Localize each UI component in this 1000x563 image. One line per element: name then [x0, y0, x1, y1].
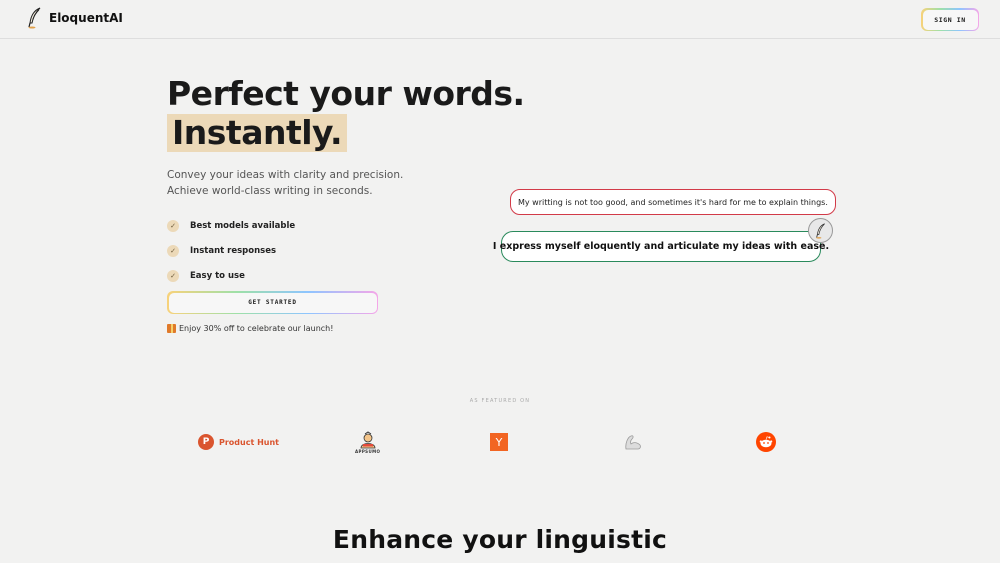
reddit-icon	[756, 432, 776, 452]
brand-logo-link[interactable]: EloquentAI	[27, 7, 123, 29]
ycombinator-icon: Y	[490, 433, 508, 451]
quill-icon	[28, 7, 41, 29]
hero-lead: Convey your ideas with clarity and preci…	[167, 169, 404, 197]
feature-item: ✓ Instant responses	[167, 238, 295, 263]
feature-label: Easy to use	[190, 270, 245, 281]
product-hunt-icon: P	[198, 434, 214, 450]
flexed-arm-icon	[625, 435, 641, 450]
featured-logos: P Product Hunt APPSUMO Y	[0, 428, 1000, 456]
check-icon: ✓	[167, 269, 179, 282]
appsumo-icon	[360, 430, 376, 448]
get-started-button[interactable]: GET STARTED	[167, 291, 378, 314]
sign-in-button[interactable]: SIGN IN	[921, 8, 979, 31]
feature-item: ✓ Easy to use	[167, 263, 295, 288]
product-hunt-logo[interactable]: P Product Hunt	[198, 428, 279, 456]
get-started-label: GET STARTED	[168, 292, 377, 313]
feature-label: Instant responses	[190, 245, 277, 256]
promo-text: Enjoy 30% off to celebrate our launch!	[179, 324, 334, 333]
after-text-bubble: I express myself eloquently and articula…	[493, 231, 829, 262]
check-icon: ✓	[167, 219, 179, 232]
feature-list: ✓ Best models available ✓ Instant respon…	[167, 213, 295, 288]
appsumo-name: APPSUMO	[355, 448, 381, 454]
quill-icon	[815, 222, 825, 239]
sign-in-label: SIGN IN	[922, 9, 978, 30]
gift-icon	[167, 324, 176, 333]
top-nav: EloquentAI SIGN IN	[0, 0, 1000, 39]
hero-title-highlight: Instantly.	[167, 114, 348, 152]
hero-title: Perfect your words.	[167, 74, 525, 113]
reddit-logo[interactable]	[756, 428, 776, 456]
feature-label: Best models available	[190, 220, 296, 231]
assistant-avatar	[808, 218, 833, 243]
featured-on-label: AS FEATURED ON	[469, 398, 531, 404]
product-hunt-name: Product Hunt	[219, 437, 279, 447]
promo-note: Enjoy 30% off to celebrate our launch!	[167, 324, 333, 333]
section-heading: Enhance your linguistic	[332, 525, 668, 554]
arm-logo[interactable]	[623, 428, 643, 456]
feature-item: ✓ Best models available	[167, 213, 295, 238]
brand-name: EloquentAI	[49, 11, 123, 25]
ycombinator-logo[interactable]: Y	[490, 428, 508, 456]
appsumo-logo[interactable]: APPSUMO	[355, 428, 380, 456]
before-text-bubble: My writting is not too good, and sometim…	[510, 189, 836, 215]
check-icon: ✓	[167, 244, 179, 257]
